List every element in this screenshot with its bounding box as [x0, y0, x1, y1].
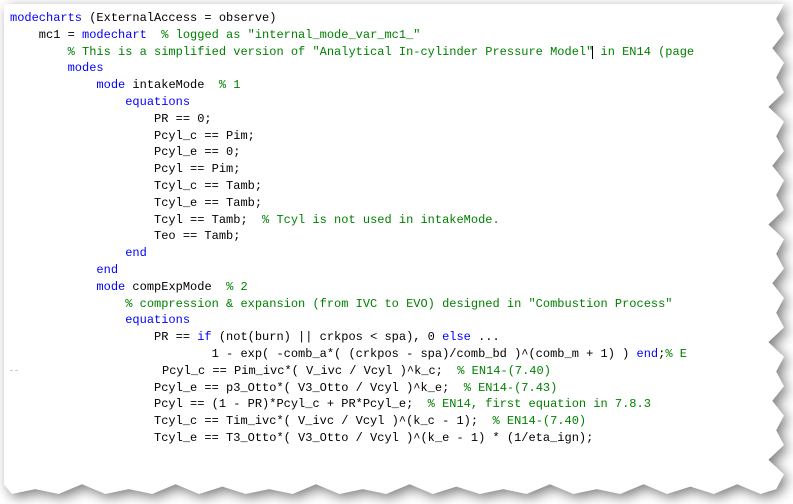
code-text: (not(burn) || crkpos < spa), 0: [212, 330, 442, 344]
code-text: Teo == Tamb;: [10, 229, 240, 243]
code-text: Tcyl_c == Tim_ivc*( V_ivc / Vcyl )^(k_c …: [10, 414, 492, 428]
keyword: equations: [125, 313, 190, 327]
comment: % compression & expansion (from IVC to E…: [125, 297, 672, 311]
code-text: 1 - exp( -comb_a*( (crkpos - spa)/comb_b…: [10, 347, 637, 361]
code-text: ...: [471, 330, 500, 344]
keyword: else: [442, 330, 471, 344]
comment: % E: [665, 347, 687, 361]
code-text: Pcyl_c == Pim_ivc*( V_ivc / Vcyl )^k_c;: [18, 364, 457, 378]
comment: % 2: [226, 280, 248, 294]
code-text: [10, 45, 68, 59]
comment: % logged as "internal_mode_var_mc1_": [147, 28, 421, 42]
code-editor-pane: modecharts (ExternalAccess = observe) mc…: [4, 4, 784, 494]
code-text: [10, 61, 68, 75]
code-text: Pcyl == (1 - PR)*Pcyl_c + PR*Pcyl_e;: [10, 397, 428, 411]
code-text: [10, 78, 96, 92]
keyword: mode: [96, 280, 125, 294]
code-text: Tcyl == Tamb;: [10, 213, 262, 227]
code-text: Pcyl_c == Pim;: [10, 129, 255, 143]
code-text: Pcyl_e == p3_Otto*( V3_Otto / Vcyl )^k_e…: [10, 381, 464, 395]
code-text: Tcyl_e == Tamb;: [10, 196, 262, 210]
keyword: end: [125, 246, 147, 260]
code-text: Tcyl_e == T3_Otto*( V3_Otto / Vcyl )^(k_…: [10, 431, 593, 445]
comment: % EN14-(7.40): [492, 414, 586, 428]
keyword: if: [197, 330, 211, 344]
keyword: modes: [68, 61, 104, 75]
comment: % 1: [219, 78, 241, 92]
keyword: mode: [96, 78, 125, 92]
comment: % EN14-(7.40): [457, 364, 551, 378]
code-text: [10, 280, 96, 294]
comment: % Tcyl is not used in intakeMode.: [262, 213, 500, 227]
code-text: [10, 263, 96, 277]
code-text: [10, 95, 125, 109]
fold-indicator: [10, 370, 18, 371]
code-text: compExpMode: [125, 280, 226, 294]
comment: % This is a simplified version of "Analy…: [68, 45, 594, 59]
code-text: intakeMode: [125, 78, 219, 92]
comment: in EN14 (page: [593, 45, 694, 59]
code-text: mc1 =: [10, 28, 82, 42]
code-text: Pcyl_e == 0;: [10, 145, 240, 159]
code-text: PR == 0;: [10, 112, 212, 126]
keyword: equations: [125, 95, 190, 109]
comment: % EN14-(7.43): [464, 381, 558, 395]
keyword: end: [637, 347, 659, 361]
code-text: (ExternalAccess = observe): [82, 11, 276, 25]
keyword: end: [96, 263, 118, 277]
code-text: Tcyl_c == Tamb;: [10, 179, 262, 193]
keyword: modechart: [82, 28, 147, 42]
keyword: modecharts: [10, 11, 82, 25]
code-text: [10, 313, 125, 327]
code-block[interactable]: modecharts (ExternalAccess = observe) mc…: [10, 10, 784, 447]
code-text: [10, 297, 125, 311]
comment: % EN14, first equation in 7.8.3: [428, 397, 651, 411]
code-text: PR ==: [10, 330, 197, 344]
code-text: Pcyl == Pim;: [10, 162, 240, 176]
code-text: [10, 246, 125, 260]
